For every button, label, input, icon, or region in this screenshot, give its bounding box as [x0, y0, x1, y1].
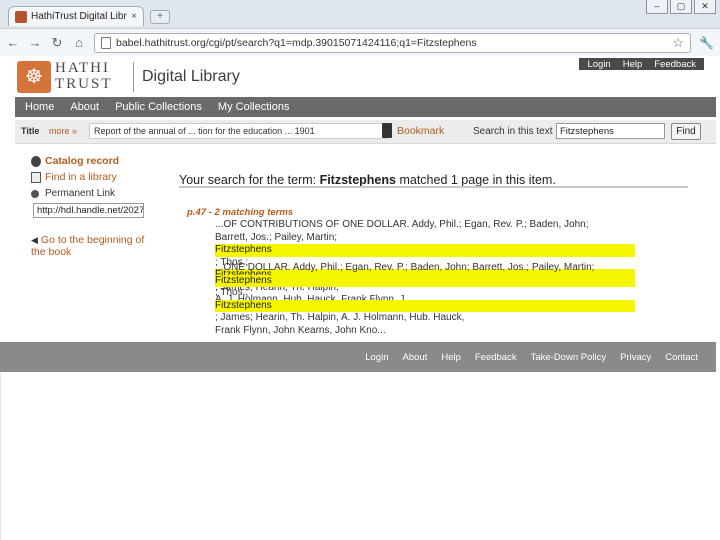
digital-library-title: Digital Library	[142, 68, 240, 85]
minimize-button[interactable]: –	[646, 0, 668, 14]
browser-tab[interactable]: HathiTrust Digital Library - Re... ×	[8, 6, 144, 26]
bookmark-icon[interactable]	[382, 123, 392, 138]
snippet-line: Frank Flynn, John Kearns, John Kno...	[215, 324, 386, 336]
snippet-line: Fitzstephens; Thos.; Fitzstephens; James…	[215, 274, 635, 325]
snippet-line: ...OF CONTRIBUTIONS OF ONE DOLLAR. Addy,…	[215, 219, 589, 230]
heading-term: Fitzstephens	[319, 173, 396, 187]
search-input[interactable]: Fitzstephens	[556, 123, 665, 139]
logo-divider	[133, 62, 134, 92]
heading-prefix: Your search for the term:	[179, 173, 320, 187]
footer-contact[interactable]: Contact	[665, 352, 698, 363]
find-library-row: Find in a library	[31, 171, 151, 183]
tab-strip: HathiTrust Digital Library - Re... × + –…	[0, 0, 720, 26]
utility-links: Login Help Feedback	[579, 58, 704, 70]
permanent-link-input[interactable]: http://hdl.handle.net/2027/mdp.390150714…	[33, 203, 144, 218]
site-header: ☸ HATHI TRUST Digital Library Login Help…	[15, 58, 704, 96]
url-text[interactable]: babel.hathitrust.org/cgi/pt/search?q1=md…	[116, 37, 667, 49]
footer-feedback[interactable]: Feedback	[475, 352, 517, 363]
hathitrust-logo-text[interactable]: HATHI TRUST	[55, 60, 113, 92]
browser-chrome: HathiTrust Digital Library - Re... × + –…	[0, 0, 720, 56]
catalog-record-link[interactable]: Catalog record	[45, 155, 119, 167]
footer-help[interactable]: Help	[441, 352, 461, 363]
footer-takedown[interactable]: Take-Down Policy	[531, 352, 607, 363]
back-to-beginning-link-1[interactable]: Go to the beginning of	[41, 234, 144, 246]
logo-line-2: TRUST	[55, 76, 113, 92]
footer-privacy[interactable]: Privacy	[620, 352, 651, 363]
item-toolbar: Title more » Report of the annual of ...…	[15, 120, 716, 144]
result-snippet: ...ONE DOLLAR. Addy, Phil.; Egan, Rev. P…	[215, 262, 635, 337]
tab-title: HathiTrust Digital Library - Re...	[31, 11, 127, 22]
maximize-button[interactable]: ▢	[670, 0, 692, 14]
snippet-text: Barrett, Jos.; Pailey, Martin;	[215, 231, 338, 243]
site-footer: Login About Help Feedback Take-Down Poli…	[0, 342, 716, 372]
results-divider	[179, 186, 688, 188]
favicon-icon	[15, 10, 27, 23]
address-bar[interactable]: babel.hathitrust.org/cgi/pt/search?q1=md…	[94, 32, 692, 53]
more-link[interactable]: more »	[49, 126, 77, 136]
footer-about[interactable]: About	[402, 352, 427, 363]
tab-close-icon[interactable]: ×	[131, 11, 137, 22]
page-background	[0, 372, 716, 540]
close-window-button[interactable]: ✕	[694, 0, 716, 14]
title-label: Title	[21, 126, 40, 136]
back-to-beginning[interactable]: ◀ Go to the beginning of the book	[31, 234, 151, 258]
help-link[interactable]: Help	[623, 59, 643, 70]
page-icon	[101, 36, 111, 49]
footer-login[interactable]: Login	[365, 352, 388, 363]
catalog-icon	[31, 156, 41, 167]
feedback-link[interactable]: Feedback	[654, 59, 696, 70]
nav-home[interactable]: Home	[25, 101, 54, 113]
find-button[interactable]: Find	[671, 123, 701, 140]
highlighted-term: Fitzstephens	[215, 244, 635, 257]
home-icon[interactable]: ⌂	[72, 35, 86, 50]
left-triangle-icon: ◀	[31, 235, 38, 245]
back-arrow-icon[interactable]: ←	[6, 35, 20, 50]
window-controls: – ▢ ✕	[646, 0, 716, 14]
nav-about[interactable]: About	[70, 101, 99, 113]
bookmark-link[interactable]: Bookmark	[397, 125, 444, 137]
forward-arrow-icon[interactable]: →	[28, 35, 42, 50]
browser-toolbar: ← → ↻ ⌂ babel.hathitrust.org/cgi/pt/sear…	[0, 28, 720, 56]
wrench-icon[interactable]: 🔧	[699, 36, 714, 50]
permanent-link-label: Permanent Link	[45, 188, 116, 199]
bookmark-star-icon[interactable]: ☆	[672, 35, 684, 51]
find-in-library-link[interactable]: Find in a library	[45, 171, 117, 183]
permanent-link-row: Permanent Link	[31, 187, 151, 199]
login-link[interactable]: Login	[587, 59, 610, 70]
search-in-text-label: Search in this text	[473, 126, 553, 137]
reload-icon[interactable]: ↻	[50, 35, 64, 50]
main-nav: Home About Public Collections My Collect…	[15, 97, 716, 117]
match-page-link[interactable]: p.47 - 2 matching terms	[187, 207, 293, 218]
heading-suffix: matched 1 page in this item.	[395, 173, 556, 187]
back-to-beginning-link-2[interactable]: the book	[31, 246, 71, 258]
snippet-text: ; Thos.;	[215, 287, 249, 298]
logo-line-1: HATHI	[55, 60, 110, 76]
highlighted-term: Fitzstephens	[215, 274, 635, 287]
nav-public-collections[interactable]: Public Collections	[115, 101, 202, 113]
catalog-record-row: Catalog record	[31, 155, 151, 167]
snippet-line: ...ONE DOLLAR. Addy, Phil.; Egan, Rev. P…	[215, 262, 595, 273]
item-title: Report of the annual of ... tion for the…	[89, 123, 387, 139]
link-icon	[31, 190, 39, 198]
highlighted-term: Fitzstephens	[215, 299, 635, 312]
results-heading: Your search for the term: Fitzstephens m…	[179, 173, 556, 187]
snippet-text: ; James; Hearin, Th. Halpin, A. J. Holma…	[215, 312, 465, 323]
new-tab-button[interactable]: +	[150, 10, 170, 24]
hathitrust-logo-icon[interactable]: ☸	[17, 61, 51, 93]
sidebar: Catalog record Find in a library Permane…	[31, 155, 151, 258]
nav-my-collections[interactable]: My Collections	[218, 101, 290, 113]
book-icon	[31, 172, 41, 183]
